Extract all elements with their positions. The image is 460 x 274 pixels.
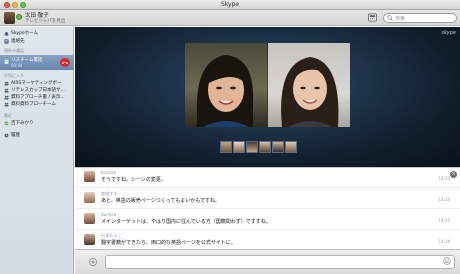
profile-header: 太田 敬子 テレビジャパを見出 検索	[0, 10, 460, 26]
avatar[interactable]	[84, 213, 95, 224]
chat-message: 倉間すず あと、英語の販売ページつくってもよいかもですね。 14:24	[75, 189, 460, 209]
sidebar-item-recent[interactable]: 百下みかり	[0, 120, 74, 127]
message-input[interactable]	[105, 255, 455, 269]
chat-message: Kumiko そうですね。シーンの変更。 14:23	[75, 168, 460, 188]
search-input[interactable]: 検索	[383, 13, 457, 23]
message-author[interactable]: Kumiko	[101, 212, 116, 217]
participant-thumbnail[interactable]	[272, 141, 284, 153]
search-icon	[387, 15, 393, 21]
plus-icon	[90, 259, 96, 265]
recent-heading: 最近	[4, 113, 12, 118]
participant-face-image	[196, 55, 254, 127]
sidebar-item-label: 百下みかり	[11, 121, 34, 126]
favorites-heading: お気に入り	[4, 73, 24, 78]
avatar[interactable]	[84, 192, 95, 203]
message-author[interactable]: Kumiko	[101, 170, 116, 175]
group-icon	[4, 102, 9, 107]
sidebar-item-label: AIRSマーケティングボー	[11, 81, 62, 86]
online-status-icon	[4, 121, 9, 126]
hangup-button[interactable]	[60, 58, 70, 67]
current-call-heading: 現在の通話	[4, 48, 24, 53]
sidebar-item-label: 履歴	[11, 133, 20, 138]
sidebar-item-label: 連絡先	[11, 39, 25, 44]
group-icon	[4, 88, 9, 93]
message-compose-bar	[75, 249, 460, 274]
sidebar-item-favorite[interactable]: 資料資料プローチーム	[0, 101, 74, 108]
window-titlebar: Skype	[0, 0, 460, 10]
emoticon-icon[interactable]	[443, 257, 451, 265]
sidebar-item-favorite[interactable]: 資料アプローチ書 / 表示...	[0, 94, 74, 101]
home-icon	[4, 31, 9, 36]
phone-hangup-icon	[62, 61, 68, 64]
participant-thumbnail[interactable]	[233, 141, 245, 153]
participant-thumbnail[interactable]	[220, 141, 232, 153]
video-feed-participant-1[interactable]	[185, 43, 267, 127]
sidebar-item-favorite[interactable]: AIRSマーケティングボー	[0, 80, 74, 87]
participant-thumbnail[interactable]	[285, 141, 297, 153]
search-placeholder: 検索	[395, 16, 406, 22]
sidebar: Skypeホーム 連絡先 現在の通話 リスチーム電話 00:44 お気に入り A…	[0, 27, 74, 274]
message-text: そうですね。シーンの変更。	[101, 177, 166, 183]
chat-message: Kumiko メインターゲットは、やはり国内に住んでいる方（国籍問わず）ですすね…	[75, 210, 460, 230]
message-text: あと、英語の販売ページつくってもよいかもですね。	[101, 198, 221, 204]
sidebar-item-home[interactable]: Skypeホーム	[0, 30, 74, 37]
message-time: 14:24	[438, 218, 450, 223]
avatar[interactable]	[4, 12, 15, 24]
contacts-icon	[4, 39, 9, 44]
dialpad-icon[interactable]	[368, 13, 377, 22]
message-text: メインターゲットは、やはり国内に住んでいる方（国籍問わず）ですすね。	[101, 219, 271, 225]
sidebar-item-label: 資料資料プローチーム	[11, 102, 56, 107]
chat-transcript: × Kumiko そうですね。シーンの変更。 14:23 倉間すず あと、英語の…	[75, 167, 460, 251]
participant-thumbnail[interactable]	[259, 141, 271, 153]
video-call-stage: skype	[75, 27, 460, 167]
history-icon	[4, 133, 9, 138]
message-text: 翻字書籍ができたら、両口的な英語ページを公式サイトに。	[101, 240, 236, 246]
message-time: 14:24	[438, 197, 450, 202]
sidebar-item-favorite[interactable]: リテレスカップ日本語サ...	[0, 87, 74, 94]
participant-thumbnails	[220, 141, 297, 153]
sidebar-item-history[interactable]: 履歴	[0, 132, 74, 139]
group-icon	[4, 95, 9, 100]
avatar[interactable]	[84, 171, 95, 182]
sidebar-item-label: 資料アプローチ書 / 表示...	[11, 95, 65, 100]
sidebar-item-label: リテレスカップ日本語サ...	[11, 88, 65, 93]
avatar[interactable]	[84, 234, 95, 245]
window-title: Skype	[220, 1, 240, 8]
video-feed-participant-2[interactable]	[268, 43, 350, 127]
sidebar-item-active-call[interactable]: リスチーム電話 00:44	[0, 55, 74, 70]
skype-logo: skype	[441, 30, 456, 36]
sidebar-item-contacts[interactable]: 連絡先	[0, 38, 74, 45]
profile-mood[interactable]: テレビジャパを見出	[25, 18, 65, 24]
add-button[interactable]	[89, 258, 97, 266]
sidebar-item-label: Skypeホーム	[11, 31, 38, 36]
participant-face-image	[281, 57, 339, 127]
message-time: 14:24	[438, 239, 450, 244]
group-call-icon	[4, 59, 9, 64]
message-time: 14:23	[438, 176, 450, 181]
online-status-icon[interactable]	[16, 14, 22, 20]
group-icon	[4, 81, 9, 86]
chat-message: 石塚もえこ 翻字書籍ができたら、両口的な英語ページを公式サイトに。 14:24	[75, 231, 460, 251]
active-call-duration: 00:44	[11, 63, 23, 68]
participant-thumbnail[interactable]	[246, 141, 258, 153]
